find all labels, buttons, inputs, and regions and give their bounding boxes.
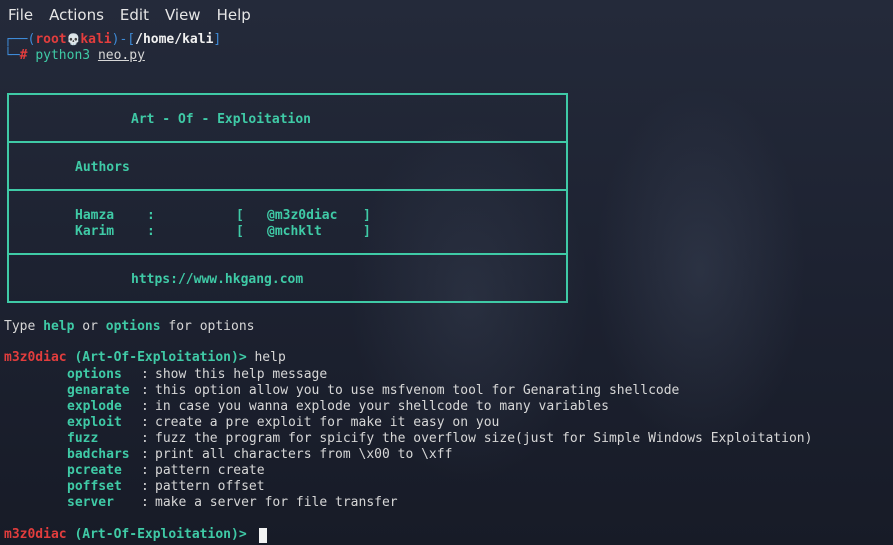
help-separator: : (141, 479, 149, 494)
help-option-name: genarate (67, 383, 130, 398)
prompt-host: kali (80, 32, 112, 47)
hint-or: or (82, 319, 98, 334)
help-option-name: fuzz (67, 431, 99, 446)
author-bracket-open: [ (236, 224, 244, 239)
shell-prompt-line: m3z0diac (Art-Of-Exploitation)> help (4, 350, 286, 366)
banner-url: https://www.hkgang.com (131, 272, 304, 287)
menu-actions[interactable]: Actions (41, 6, 112, 24)
menu-edit[interactable]: Edit (112, 6, 157, 24)
author-bracket-close: ] (363, 208, 371, 223)
help-separator: : (141, 415, 149, 430)
menu-bar: File Actions Edit View Help (0, 0, 893, 30)
hint-help: help (43, 319, 75, 334)
help-option-description: in case you wanna explode your shellcode… (155, 399, 609, 414)
prompt-open: ┌──( (4, 32, 36, 47)
menu-view[interactable]: View (157, 6, 209, 24)
usage-hint: Type help or options for options (4, 319, 254, 335)
help-separator: : (141, 431, 149, 446)
help-option-description: show this help message (155, 367, 328, 382)
help-option-description: create a pre exploit for make it easy on… (155, 415, 500, 430)
prompt-corner: └─ (4, 48, 20, 63)
help-option-name: poffset (67, 479, 122, 494)
author-name: Karim (75, 224, 115, 239)
banner-divider (9, 253, 566, 255)
authors-label: Authors (75, 160, 130, 175)
help-option-name: options (67, 367, 122, 382)
help-separator: : (141, 399, 149, 414)
prompt-command-line: └─# python3 neo.py (4, 48, 145, 64)
terminal-output[interactable]: ┌──(root💀kali)-[/home/kali] └─# python3 … (0, 30, 893, 545)
prompt-hash: # (19, 48, 28, 63)
hint-suffix: for options (168, 319, 255, 334)
banner-divider (9, 141, 566, 143)
shell-prompt-active: m3z0diac (Art-Of-Exploitation)> (4, 527, 247, 543)
command-file: neo.py (97, 48, 145, 63)
help-option-description: fuzz the program for spicify the overflo… (155, 431, 813, 446)
author-colon: : (147, 224, 155, 239)
help-option-name: explode (67, 399, 122, 414)
author-bracket-close: ] (363, 224, 371, 239)
help-separator: : (141, 367, 149, 382)
help-option-description: make a server for file transfer (155, 495, 398, 510)
prompt-header: ┌──(root💀kali)-[/home/kali] (4, 32, 221, 48)
shell-context: (Art-Of-Exploitation)> (74, 527, 247, 542)
author-colon: : (147, 208, 155, 223)
help-option-name: badchars (67, 447, 130, 462)
help-option-description: pattern offset (155, 479, 265, 494)
menu-file[interactable]: File (0, 6, 41, 24)
prompt-path: /home/kali (135, 32, 214, 47)
shell-context: (Art-Of-Exploitation)> (74, 350, 247, 365)
help-separator: : (141, 495, 149, 510)
skull-icon: 💀 (66, 33, 81, 46)
help-separator: : (141, 463, 149, 478)
author-handle: @mchklt (267, 224, 322, 239)
prompt-mid: )-[ (111, 32, 136, 47)
author-handle: @m3z0diac (267, 208, 338, 223)
prompt-user: root (35, 32, 67, 47)
help-separator: : (141, 383, 149, 398)
menu-help[interactable]: Help (209, 6, 259, 24)
shell-entered-command: help (254, 350, 286, 365)
prompt-close: ] (213, 32, 222, 47)
help-option-name: pcreate (67, 463, 122, 478)
help-separator: : (141, 447, 149, 462)
banner-title: Art - Of - Exploitation (131, 112, 312, 127)
shell-user: m3z0diac (4, 350, 67, 365)
command-name: python3 (35, 48, 91, 63)
banner-box: Art - Of - Exploitation Authors Hamza : … (7, 93, 568, 303)
help-option-description: pattern create (155, 463, 265, 478)
help-option-name: exploit (67, 415, 122, 430)
author-name: Hamza (75, 208, 115, 223)
author-bracket-open: [ (236, 208, 244, 223)
help-option-name: server (67, 495, 114, 510)
help-option-description: this option allow you to use msfvenom to… (155, 383, 680, 398)
banner-divider (9, 189, 566, 191)
shell-user: m3z0diac (4, 527, 67, 542)
hint-type: Type (4, 319, 36, 334)
hint-options: options (105, 319, 161, 334)
help-option-description: print all characters from \x00 to \xff (155, 447, 453, 462)
text-cursor (259, 528, 267, 543)
